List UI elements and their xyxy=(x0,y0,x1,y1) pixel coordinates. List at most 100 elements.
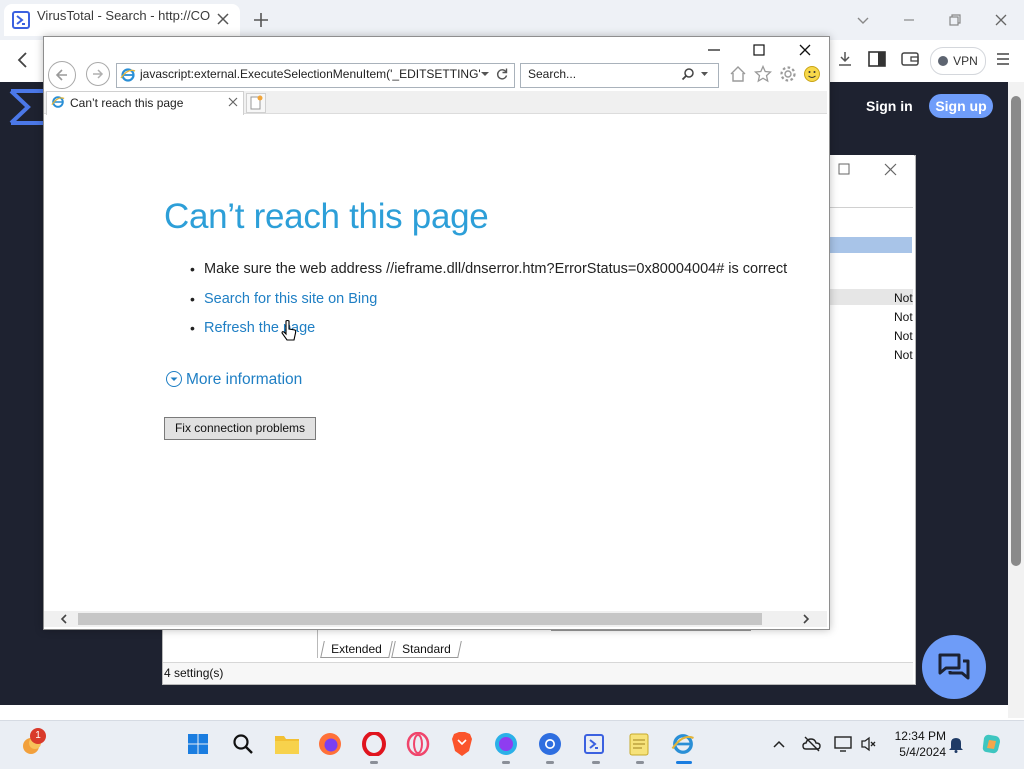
close-tab-icon[interactable] xyxy=(216,12,230,26)
ie-forward-button[interactable] xyxy=(86,62,110,86)
wallet-icon[interactable] xyxy=(901,51,919,67)
ie-address-text[interactable]: javascript:external.ExecuteSelectionMenu… xyxy=(140,67,480,81)
chat-button[interactable] xyxy=(922,635,986,699)
notification-badge: 1 xyxy=(30,728,46,744)
settings-selected-row[interactable] xyxy=(829,237,912,253)
onedrive-offline-icon[interactable] xyxy=(802,735,822,753)
arrow-right-icon xyxy=(93,69,104,79)
mouse-cursor-icon xyxy=(280,319,298,343)
running-indicator xyxy=(636,761,644,764)
file-explorer-icon[interactable] xyxy=(274,733,300,755)
expand-chevron-icon[interactable] xyxy=(166,371,182,387)
settings-row-value[interactable]: Not xyxy=(894,291,913,305)
notification-bell-icon[interactable] xyxy=(948,735,964,753)
vpn-button[interactable]: VPN xyxy=(930,47,986,75)
bullet-marker: • xyxy=(190,320,195,336)
opera-gx-icon[interactable] xyxy=(406,732,430,756)
restore-icon[interactable] xyxy=(942,7,968,33)
settings-row-value[interactable]: Not xyxy=(894,348,913,362)
notepad-icon[interactable] xyxy=(628,732,650,756)
back-icon[interactable] xyxy=(14,50,32,70)
ie-new-tab-button[interactable] xyxy=(246,93,266,113)
running-indicator xyxy=(370,761,378,764)
more-information-link[interactable]: More information xyxy=(186,371,302,389)
browser-purple-icon[interactable] xyxy=(494,732,518,756)
tab-extended[interactable]: Extended xyxy=(320,641,393,658)
search-icon[interactable] xyxy=(232,733,254,755)
settings-status-bar xyxy=(163,662,913,684)
error-tip-address: Make sure the web address //ieframe.dll/… xyxy=(204,261,788,277)
bullet-marker: • xyxy=(190,261,195,277)
chevron-down-icon[interactable] xyxy=(850,7,876,33)
ie-scrollbar-thumb[interactable] xyxy=(78,613,762,625)
home-icon[interactable] xyxy=(729,65,747,83)
favorites-star-icon[interactable] xyxy=(754,65,772,83)
outer-tab-title: VirusTotal - Search - http://COL xyxy=(37,8,211,23)
brave-icon[interactable] xyxy=(451,731,473,757)
running-indicator xyxy=(502,761,510,764)
vpn-label: VPN xyxy=(953,54,978,68)
arrow-left-icon xyxy=(55,69,67,81)
settings-count: 4 setting(s) xyxy=(164,666,224,680)
refresh-page-link[interactable]: Refresh the page xyxy=(204,320,315,336)
clock-date[interactable]: 5/4/2024 xyxy=(886,745,946,759)
chromium-icon[interactable] xyxy=(538,732,562,756)
search-dropdown-icon[interactable] xyxy=(700,70,709,79)
vpn-status-icon xyxy=(938,56,949,66)
minimize-icon[interactable] xyxy=(896,7,922,33)
settings-header-divider xyxy=(829,207,913,208)
close-icon[interactable] xyxy=(988,7,1014,33)
search-bing-link[interactable]: Search for this site on Bing xyxy=(204,291,377,307)
ie-tab-icon xyxy=(51,95,65,109)
firefox-icon[interactable] xyxy=(318,732,342,756)
smiley-feedback-icon[interactable] xyxy=(803,65,821,83)
settings-gear-icon[interactable] xyxy=(779,65,797,83)
running-indicator xyxy=(546,761,554,764)
ie-close-icon[interactable] xyxy=(794,42,816,58)
settings-tree-pane xyxy=(163,628,318,658)
running-indicator xyxy=(592,761,600,764)
virustotal-logo-icon[interactable] xyxy=(8,88,48,126)
address-dropdown-icon[interactable] xyxy=(480,69,490,79)
tab-standard[interactable]: Standard xyxy=(390,641,462,658)
close-tab-icon[interactable] xyxy=(228,97,238,107)
ie-logo-icon xyxy=(120,67,136,83)
chat-icon xyxy=(938,653,970,680)
refresh-icon[interactable] xyxy=(495,67,509,81)
settings-row-value[interactable]: Not xyxy=(894,329,913,343)
sign-up-button[interactable]: Sign up xyxy=(929,94,993,118)
new-tab-icon xyxy=(250,95,263,110)
new-tab-icon[interactable] xyxy=(252,11,270,29)
ie-tab-title: Can’t reach this page xyxy=(70,96,184,110)
ie-minimize-icon[interactable] xyxy=(703,42,725,58)
maximize-icon[interactable] xyxy=(838,163,850,175)
copilot-icon[interactable] xyxy=(980,732,1004,756)
page-scrollbar-thumb[interactable] xyxy=(1011,96,1021,566)
display-icon[interactable] xyxy=(833,735,853,753)
download-icon[interactable] xyxy=(836,50,854,68)
internet-explorer-icon[interactable] xyxy=(671,732,695,756)
settings-row-value[interactable]: Not xyxy=(894,310,913,324)
error-title: Can’t reach this page xyxy=(164,197,489,236)
scroll-right-icon[interactable] xyxy=(800,613,812,625)
sidebar-icon[interactable] xyxy=(868,51,886,67)
tray-chevron-up-icon[interactable] xyxy=(772,738,786,750)
ie-search-placeholder[interactable]: Search... xyxy=(528,67,576,81)
clock-time[interactable]: 12:34 PM xyxy=(886,729,946,743)
volume-muted-icon[interactable] xyxy=(860,735,878,753)
menu-icon[interactable] xyxy=(996,52,1010,66)
scroll-left-icon[interactable] xyxy=(58,613,70,625)
sign-in-link[interactable]: Sign in xyxy=(866,98,913,114)
start-windows-icon[interactable] xyxy=(187,733,209,755)
virustotal-tab-icon xyxy=(12,11,30,29)
ie-maximize-icon[interactable] xyxy=(748,42,770,58)
settings-view-tabs: Extended Standard xyxy=(320,641,462,658)
ie-window xyxy=(43,36,830,630)
opera-icon[interactable] xyxy=(362,732,386,756)
virustotal-app-icon[interactable] xyxy=(584,734,604,754)
fix-connection-button[interactable]: Fix connection problems xyxy=(164,417,316,440)
search-icon[interactable] xyxy=(681,67,695,81)
active-indicator xyxy=(676,761,692,764)
ie-back-button[interactable] xyxy=(48,61,76,89)
close-icon[interactable] xyxy=(884,163,897,176)
